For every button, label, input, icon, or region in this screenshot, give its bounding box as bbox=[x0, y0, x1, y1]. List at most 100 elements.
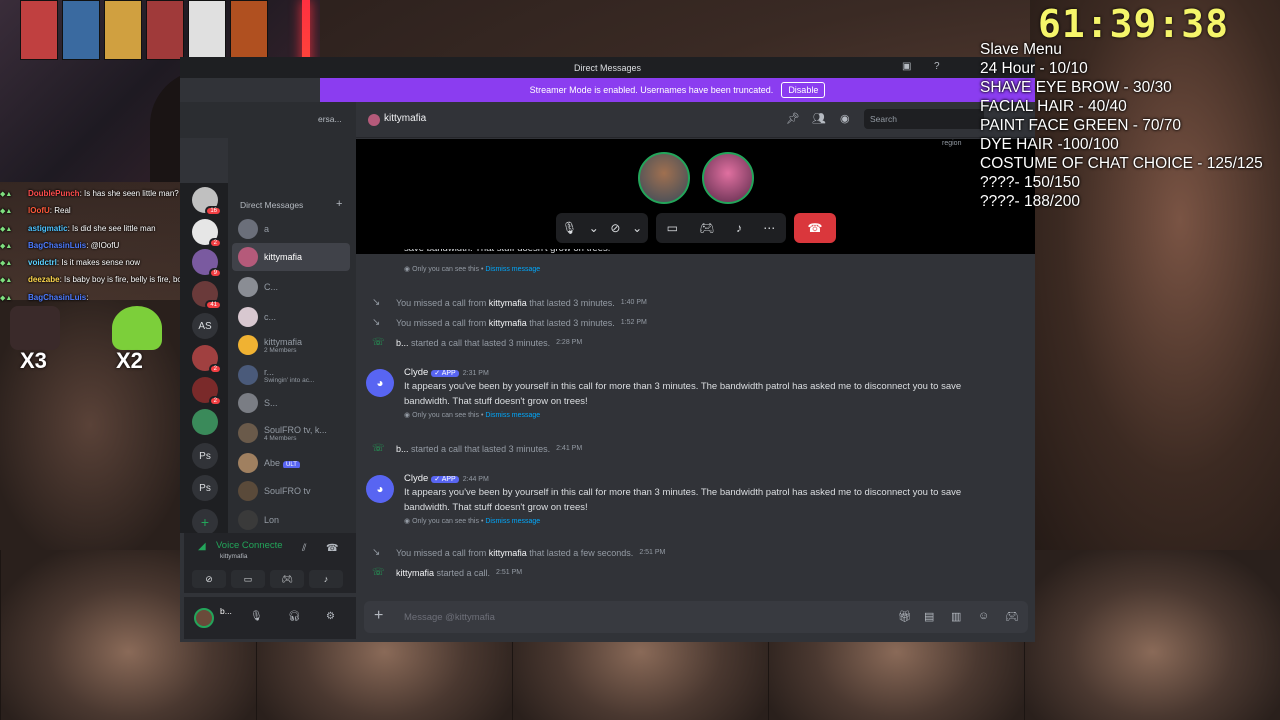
bot-name[interactable]: Clyde bbox=[404, 367, 428, 378]
dismiss-message-link[interactable]: Dismiss message bbox=[485, 412, 540, 419]
dm-name: Lon bbox=[264, 515, 280, 525]
server-icon[interactable]: AS bbox=[192, 313, 218, 339]
dm-text: SoulFRO tv bbox=[264, 486, 311, 496]
channel-name[interactable]: kittymafia bbox=[384, 113, 426, 124]
chevron-down-icon[interactable]: ⌄ bbox=[632, 221, 642, 235]
gif-icon[interactable]: ▤ bbox=[924, 610, 934, 623]
server-icon[interactable]: 16 bbox=[192, 187, 222, 216]
wall-poster bbox=[146, 0, 184, 60]
screen-share-button[interactable]: ▭ bbox=[231, 570, 265, 588]
emoji-icon[interactable]: ☺ bbox=[978, 610, 989, 622]
soundboard-button[interactable]: ♪ bbox=[309, 570, 343, 588]
left-tab-fragment[interactable]: ersa... bbox=[180, 102, 356, 138]
screen-share-icon[interactable]: ▭ bbox=[667, 221, 678, 235]
bot-name[interactable]: Clyde bbox=[404, 473, 428, 484]
region-selector[interactable]: region bbox=[942, 140, 961, 147]
dm-item[interactable]: Abe ULT bbox=[232, 449, 350, 477]
username[interactable]: b... bbox=[220, 606, 232, 616]
add-friends-icon[interactable]: 👥︎ bbox=[812, 112, 826, 125]
dm-item[interactable]: kittymafia bbox=[232, 243, 350, 271]
user-profile-icon[interactable]: ◉ bbox=[840, 112, 850, 125]
dm-item[interactable]: a bbox=[232, 215, 350, 243]
avatar bbox=[238, 510, 258, 530]
dm-item[interactable]: Lon bbox=[232, 506, 350, 534]
more-options-icon[interactable]: ⋯ bbox=[763, 221, 775, 235]
end-call-button[interactable]: ☎ bbox=[794, 213, 836, 243]
camera-button[interactable]: ⊘ bbox=[192, 570, 226, 588]
bot-avatar[interactable]: ◕ bbox=[366, 369, 394, 397]
avatar bbox=[238, 277, 258, 297]
status-badge: ULT bbox=[283, 461, 300, 468]
dismiss-message-link[interactable]: Dismiss message bbox=[485, 266, 540, 273]
server-icon[interactable]: Ps bbox=[192, 475, 218, 501]
dm-item[interactable]: SoulFRO tv bbox=[232, 477, 350, 505]
server-icon[interactable]: Ps bbox=[192, 443, 218, 469]
voice-status[interactable]: Voice Connecte bbox=[216, 540, 283, 551]
server-icon[interactable]: 9 bbox=[192, 249, 222, 278]
noise-suppression-icon[interactable]: ⫽ bbox=[302, 543, 306, 554]
call-user[interactable]: kittymafia bbox=[396, 568, 434, 578]
activity-button[interactable]: 🎮︎ bbox=[270, 570, 304, 588]
call-user[interactable]: kittymafia bbox=[489, 318, 527, 328]
add-server-icon[interactable]: + bbox=[192, 509, 218, 535]
missed-call-message: ↘ You missed a call from kittymafia that … bbox=[372, 317, 647, 328]
camera-off-icon[interactable]: ⊘ bbox=[610, 221, 620, 235]
dm-item[interactable]: C... bbox=[232, 273, 350, 301]
dm-text: c... bbox=[264, 312, 276, 322]
search-input[interactable]: Search bbox=[864, 109, 984, 129]
server-icon[interactable]: 2 bbox=[192, 345, 222, 374]
dm-item[interactable]: SoulFRO tv, k... 4 Members bbox=[232, 419, 350, 447]
sticker-icon[interactable]: ▥ bbox=[951, 610, 961, 623]
apps-icon[interactable]: 🎮︎ bbox=[1005, 610, 1019, 623]
background-tile bbox=[1024, 550, 1280, 720]
activity-icon[interactable]: 🎮︎ bbox=[699, 221, 714, 235]
dm-item[interactable]: S... bbox=[232, 389, 350, 417]
microphone-icon[interactable]: 🎙︎ bbox=[562, 221, 577, 235]
ephemeral-text: Only you can see this bbox=[412, 518, 479, 525]
avatar bbox=[238, 365, 258, 385]
message-body: It appears you've been by yourself in th… bbox=[404, 487, 962, 513]
dm-name: S... bbox=[264, 398, 278, 408]
direct-messages-header: Direct Messages bbox=[240, 200, 304, 210]
call-text-suffix: that lasted a few seconds. bbox=[526, 547, 634, 558]
emote-green-face bbox=[112, 306, 162, 350]
dm-item[interactable]: kittymafia 2 Members bbox=[232, 331, 350, 359]
app-tag: ✓ APP bbox=[431, 370, 459, 377]
call-participant-avatar[interactable] bbox=[638, 152, 690, 204]
unread-badge: 41 bbox=[205, 300, 222, 310]
disconnect-icon[interactable]: ☎ bbox=[326, 543, 338, 554]
missed-call-icon: ↘ bbox=[372, 547, 381, 558]
microphone-icon[interactable]: 🎙︎ bbox=[250, 611, 263, 622]
call-user[interactable]: b... bbox=[396, 444, 409, 454]
headphones-icon[interactable]: 🎧︎ bbox=[288, 611, 301, 622]
avatar bbox=[238, 393, 258, 413]
dm-item[interactable]: r... Swingin' into ac... bbox=[232, 361, 350, 389]
dm-name: C... bbox=[264, 282, 279, 292]
chevron-down-icon[interactable]: ⌄ bbox=[589, 221, 599, 235]
message-header: Clyde ✓ APP 2:31 PM bbox=[404, 367, 489, 378]
pin-icon[interactable]: 📌︎ bbox=[786, 112, 800, 125]
create-dm-icon[interactable]: + bbox=[336, 198, 342, 210]
call-user[interactable]: kittymafia bbox=[489, 298, 527, 308]
call-user[interactable]: kittymafia bbox=[489, 548, 527, 558]
timestamp: 2:31 PM bbox=[462, 370, 489, 377]
soundboard-icon[interactable]: ♪ bbox=[736, 221, 742, 235]
dm-item[interactable]: c... bbox=[232, 303, 350, 331]
mic-control[interactable]: 🎙︎ ⌄ ⊘ ⌄ bbox=[556, 213, 648, 243]
missed-call-message: ↘ You missed a call from kittymafia that … bbox=[372, 547, 665, 558]
server-icon[interactable] bbox=[192, 409, 218, 435]
dismiss-message-link[interactable]: Dismiss message bbox=[485, 518, 540, 525]
message-body: It appears you've been by yourself in th… bbox=[404, 381, 962, 407]
server-icon[interactable]: 2 bbox=[192, 377, 222, 406]
gift-icon[interactable]: 🎁︎ bbox=[898, 610, 912, 623]
call-user[interactable]: b... bbox=[396, 338, 409, 348]
bot-avatar[interactable]: ◕ bbox=[366, 475, 394, 503]
attach-plus-icon[interactable]: + bbox=[374, 607, 383, 625]
server-icon[interactable]: 2 bbox=[192, 219, 222, 248]
message-input[interactable]: Message @kittymafia bbox=[404, 612, 495, 623]
settings-gear-icon[interactable]: ⚙ bbox=[326, 611, 335, 622]
avatar[interactable] bbox=[194, 608, 214, 628]
call-participant-avatar[interactable] bbox=[702, 152, 754, 204]
server-icon[interactable]: 41 bbox=[192, 281, 222, 310]
dm-name: c... bbox=[264, 312, 277, 322]
